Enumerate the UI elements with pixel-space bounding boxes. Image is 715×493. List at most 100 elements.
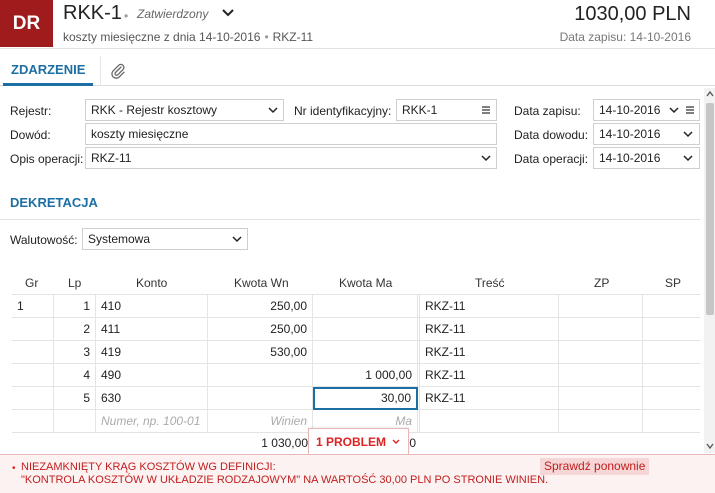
- cell-gr: [12, 387, 54, 410]
- cell-konto[interactable]: 411: [96, 318, 208, 341]
- save-date: Data zapisu: 14-10-2016: [559, 30, 691, 44]
- new-kwota-wn-input[interactable]: Winien: [208, 410, 313, 433]
- column-header-kwota-ma: Kwota Ma: [339, 276, 393, 290]
- error-line-2: "KONTROLA KOSZTÓW W UKŁADZIE RODZAJOWYM"…: [21, 474, 549, 486]
- cell-gr: [12, 364, 54, 387]
- table-header: Gr Lp Konto Kwota Wn Kwota Ma Treść ZP S…: [0, 272, 700, 294]
- cell-konto[interactable]: 410: [96, 295, 208, 318]
- chevron-down-icon: [268, 107, 278, 114]
- recheck-button[interactable]: Sprawdź ponownie: [540, 458, 650, 475]
- opis-operacji-select[interactable]: RKZ-11: [85, 147, 497, 169]
- cell-konto[interactable]: 630: [96, 387, 208, 410]
- data-operacji-label: Data operacji:: [514, 152, 589, 166]
- tab-attachments[interactable]: [100, 56, 134, 86]
- chevron-down-icon: [683, 131, 693, 138]
- cell-tresc[interactable]: RKZ-11: [419, 387, 559, 410]
- cell-gr: [12, 410, 54, 433]
- sum-kwota-ma: 0: [409, 436, 416, 450]
- error-panel: • NIEZAMKNIĘTY KRĄG KOSZTÓW WG DEFINICJI…: [0, 454, 715, 493]
- column-header-lp: Lp: [68, 276, 82, 290]
- scroll-down-icon[interactable]: [705, 442, 715, 450]
- cell-zp[interactable]: [559, 318, 643, 341]
- dowod-value: koszty miesięczne: [91, 127, 189, 141]
- table-row[interactable]: 5 630 30,00 RKZ-11: [12, 387, 700, 410]
- data-dowodu-field[interactable]: 14-10-2016: [593, 123, 700, 145]
- cell-konto[interactable]: 419: [96, 341, 208, 364]
- tab-zdarzenie[interactable]: ZDARZENIE: [3, 56, 94, 86]
- scroll-up-icon[interactable]: [705, 90, 715, 98]
- cell-kwota-wn[interactable]: 530,00: [208, 341, 313, 364]
- table-row[interactable]: 3 419 530,00 RKZ-11: [12, 341, 700, 364]
- cell-kwota-ma[interactable]: [313, 341, 418, 364]
- table-row[interactable]: 2 411 250,00 RKZ-11: [12, 318, 700, 341]
- cell-lp: [54, 410, 96, 433]
- column-header-kwota-wn: Kwota Wn: [234, 276, 289, 290]
- menu-icon[interactable]: [480, 104, 492, 116]
- rejestr-select[interactable]: RKK - Rejestr kosztowy: [85, 99, 284, 121]
- table-row[interactable]: 1 1 410 250,00 RKZ-11: [12, 295, 700, 318]
- cell-lp: 2: [54, 318, 96, 341]
- dowod-field[interactable]: koszty miesięczne: [85, 123, 497, 145]
- chevron-down-icon: [683, 155, 693, 162]
- cell-kwota-ma[interactable]: [313, 318, 418, 341]
- cell-zp[interactable]: [559, 387, 643, 410]
- cell-zp[interactable]: [559, 295, 643, 318]
- document-title: RKK-1: [63, 2, 122, 24]
- cell-tresc[interactable]: RKZ-11: [419, 318, 559, 341]
- scrollbar-thumb[interactable]: [706, 103, 714, 315]
- data-operacji-field[interactable]: 14-10-2016: [593, 147, 700, 169]
- new-sp-input[interactable]: [643, 410, 700, 433]
- error-line-1: NIEZAMKNIĘTY KRĄG KOSZTÓW WG DEFINICJI:: [21, 461, 276, 473]
- cell-kwota-ma-active[interactable]: 30,00: [313, 387, 418, 410]
- decree-table: 1 1 410 250,00 RKZ-11 2 411 250,00 RKZ-1…: [12, 294, 700, 433]
- cell-kwota-ma[interactable]: 1 000,00: [313, 364, 418, 387]
- column-header-sp: SP: [665, 276, 682, 290]
- cell-kwota-wn[interactable]: [208, 387, 313, 410]
- cell-kwota-wn[interactable]: 250,00: [208, 295, 313, 318]
- error-bullet: •: [12, 463, 16, 474]
- walutowosc-select[interactable]: Systemowa: [82, 228, 248, 250]
- rejestr-value: RKK - Rejestr kosztowy: [91, 103, 218, 117]
- cell-zp[interactable]: [559, 364, 643, 387]
- menu-icon[interactable]: [684, 104, 696, 116]
- document-type-badge: DR: [0, 0, 53, 47]
- cell-kwota-wn[interactable]: 250,00: [208, 318, 313, 341]
- opis-operacji-label: Opis operacji:: [10, 152, 84, 166]
- cell-konto[interactable]: 490: [96, 364, 208, 387]
- rejestr-label: Rejestr:: [10, 104, 52, 118]
- new-zp-input[interactable]: [559, 410, 643, 433]
- status-separator: •: [124, 9, 129, 23]
- table-row[interactable]: 4 490 1 000,00 RKZ-11: [12, 364, 700, 387]
- data-dowodu-label: Data dowodu:: [514, 128, 589, 142]
- cell-lp: 3: [54, 341, 96, 364]
- document-subtitle: koszty miesięczne z dnia 14-10-2016 • RKZ-…: [63, 30, 313, 44]
- new-tresc-input[interactable]: [419, 410, 559, 433]
- chevron-down-icon[interactable]: [219, 4, 237, 22]
- document-header: DR RKK-1 • Zatwierdzony koszty miesięczn…: [0, 0, 715, 49]
- cell-tresc[interactable]: RKZ-11: [419, 295, 559, 318]
- tab-bar: ZDARZENIE: [0, 56, 715, 86]
- cell-sp[interactable]: [643, 341, 700, 364]
- cell-gr: 1: [12, 295, 54, 318]
- cell-tresc[interactable]: RKZ-11: [419, 364, 559, 387]
- cell-kwota-wn[interactable]: [208, 364, 313, 387]
- cell-sp[interactable]: [643, 387, 700, 410]
- problems-toggle-button[interactable]: 1 PROBLEM: [308, 428, 409, 454]
- chevron-down-icon: [392, 439, 400, 444]
- cell-kwota-ma[interactable]: [313, 295, 418, 318]
- cell-zp[interactable]: [559, 341, 643, 364]
- subtitle-description: koszty miesięczne z dnia 14-10-2016: [63, 30, 261, 44]
- opis-operacji-value: RKZ-11: [91, 151, 132, 165]
- nr-identyfikacyjny-label: Nr identyfikacyjny:: [294, 104, 392, 118]
- cell-sp[interactable]: [643, 318, 700, 341]
- data-zapisu-field[interactable]: 14-10-2016: [593, 99, 700, 121]
- cell-sp[interactable]: [643, 295, 700, 318]
- chevron-down-icon[interactable]: [669, 105, 679, 115]
- section-divider: [0, 219, 700, 220]
- cell-sp[interactable]: [643, 364, 700, 387]
- new-konto-input[interactable]: Numer, np. 100-01: [96, 410, 208, 433]
- column-header-zp: ZP: [594, 276, 610, 290]
- nr-identyfikacyjny-field[interactable]: RKK-1: [396, 99, 497, 121]
- chevron-down-icon: [232, 236, 242, 243]
- cell-tresc[interactable]: RKZ-11: [419, 341, 559, 364]
